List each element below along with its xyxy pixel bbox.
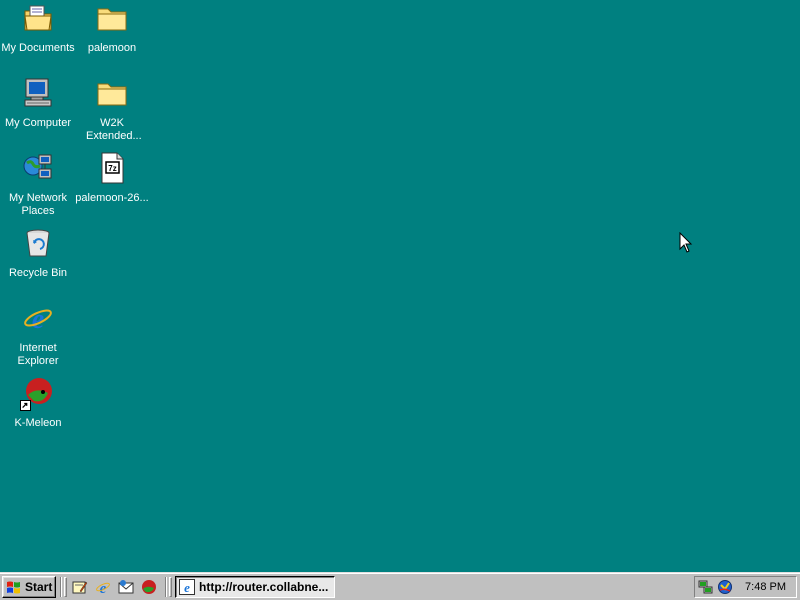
show-desktop-icon[interactable] [72, 579, 88, 595]
my-documents-icon [22, 2, 54, 34]
desktop-icon-label: Internet Explorer [17, 342, 59, 367]
taskbar: Start e e http://router.collabne... 7:48… [0, 572, 800, 600]
start-label: Start [25, 580, 53, 594]
shortcut-arrow-icon [20, 400, 31, 411]
windows-logo-icon [7, 581, 20, 594]
quick-launch-grip[interactable] [64, 577, 67, 597]
task-button-internet-explorer[interactable]: e http://router.collabne... [175, 576, 335, 598]
svg-text:e: e [32, 304, 44, 334]
desktop-icon-recycle-bin[interactable]: Recycle Bin [0, 227, 76, 280]
desktop-icon-my-computer[interactable]: My Computer [0, 77, 76, 130]
network-connection-icon[interactable] [698, 579, 714, 595]
desktop-icon-my-network-places[interactable]: My Network Places [0, 152, 76, 218]
taskbar-clock[interactable]: 7:48 PM [745, 581, 786, 593]
desktop-icon-palemoon-archive[interactable]: 7z palemoon-26... [74, 152, 150, 205]
k-meleon-icon [20, 377, 54, 411]
system-tray: 7:48 PM [694, 576, 797, 598]
my-computer-icon [22, 77, 54, 109]
start-button[interactable]: Start [2, 576, 56, 598]
internet-explorer-icon: e [179, 579, 195, 595]
internet-explorer-icon[interactable]: e [95, 579, 111, 595]
desktop-icon-palemoon-folder[interactable]: palemoon [74, 2, 150, 55]
folder-icon [96, 77, 128, 109]
desktop-icon-label: K-Meleon [14, 417, 62, 429]
7z-archive-icon: 7z [96, 152, 128, 184]
taskbar-separator [165, 577, 167, 597]
desktop-icon-label: My Computer [4, 117, 72, 129]
svg-text:7z: 7z [108, 164, 116, 173]
desktop-icon-label: My Network Places [8, 192, 68, 217]
volume-icon[interactable] [717, 579, 733, 595]
task-button-label: http://router.collabne... [199, 580, 329, 594]
desktop-icon-label: palemoon [87, 42, 137, 54]
desktop-icon-label: My Documents [1, 42, 75, 54]
folder-icon [96, 2, 128, 34]
svg-text:e: e [184, 580, 190, 595]
desktop-icon-w2k-extended-folder[interactable]: W2K Extended... [74, 77, 150, 143]
desktop-icon-internet-explorer[interactable]: e Internet Explorer [0, 302, 76, 368]
desktop-icon-label: palemoon-26... [75, 192, 149, 204]
taskbar-separator [60, 577, 62, 597]
task-area-grip[interactable] [169, 577, 172, 597]
desktop-icon-k-meleon[interactable]: K-Meleon [0, 377, 76, 430]
outlook-express-icon[interactable] [118, 579, 134, 595]
k-meleon-icon[interactable] [141, 579, 157, 595]
desktop-icon-label: W2K Extended... [86, 117, 142, 142]
desktop-icon-my-documents[interactable]: My Documents [0, 2, 76, 55]
internet-explorer-icon: e [22, 302, 54, 334]
mouse-pointer-icon [679, 231, 693, 254]
recycle-bin-icon [22, 227, 54, 259]
network-places-icon [22, 152, 54, 184]
desktop-icon-label: Recycle Bin [8, 267, 68, 279]
